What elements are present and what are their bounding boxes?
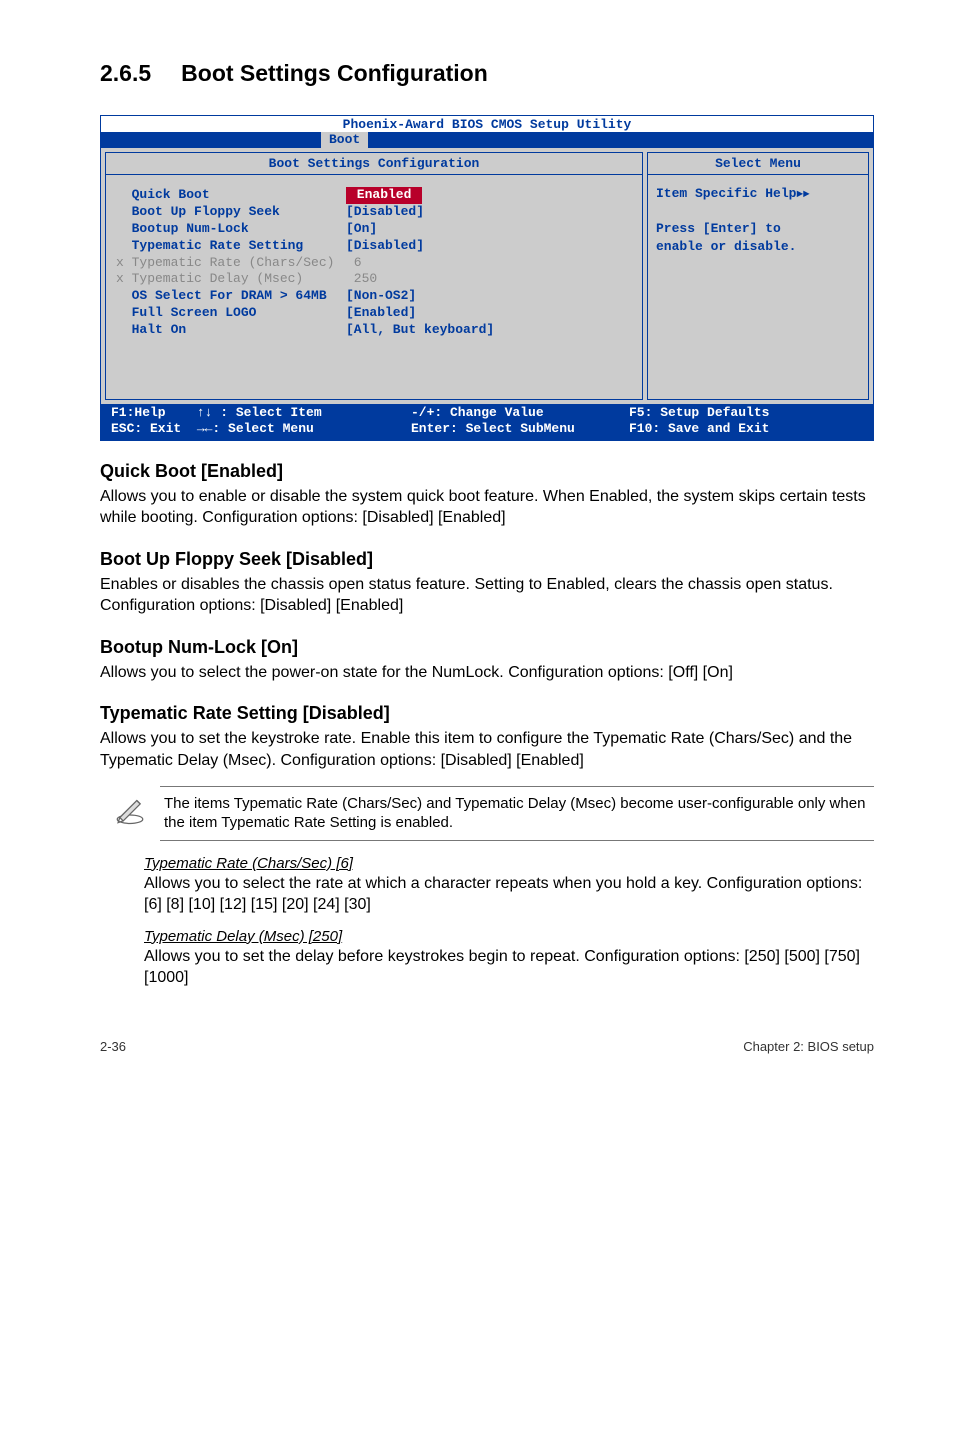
bios-setting-value: [Enabled] (346, 305, 632, 322)
bios-setting-row: x Typematic Rate (Chars/Sec) 6 (116, 255, 632, 272)
bios-footer-help: F1:Help ↑↓ : Select Item (111, 405, 322, 420)
bios-setting-label: x Typematic Delay (Msec) (116, 271, 346, 288)
bios-setting-value: [On] (346, 221, 632, 238)
bios-active-tab: Boot (321, 132, 368, 148)
bios-help-line2: Press [Enter] to (656, 221, 781, 236)
indent-typematic-rate: Typematic Rate (Chars/Sec) [6] Allows yo… (144, 855, 874, 916)
bios-setting-row: x Typematic Delay (Msec) 250 (116, 271, 632, 288)
heading-floppy-seek: Boot Up Floppy Seek [Disabled] (100, 549, 874, 570)
page-section-heading: 2.6.5 Boot Settings Configuration (100, 60, 874, 87)
bios-screenshot: Phoenix-Award BIOS CMOS Setup Utility Bo… (100, 115, 874, 441)
bios-setting-row: Full Screen LOGO[Enabled] (116, 305, 632, 322)
bios-setting-label: Full Screen LOGO (116, 305, 346, 322)
bios-setting-label: x Typematic Rate (Chars/Sec) (116, 255, 346, 272)
bios-setting-value: [Non-OS2] (346, 288, 632, 305)
bios-setting-row: Halt On[All, But keyboard] (116, 322, 632, 339)
bios-setting-label: Halt On (116, 322, 346, 339)
chapter-label: Chapter 2: BIOS setup (743, 1039, 874, 1054)
bios-setting-value: Enabled (346, 187, 632, 204)
bios-help-line1: Item Specific Help (656, 186, 796, 201)
bios-setting-label: Bootup Num-Lock (116, 221, 346, 238)
note-text: The items Typematic Rate (Chars/Sec) and… (160, 786, 874, 841)
text-numlock: Allows you to select the power-on state … (100, 662, 874, 684)
bios-setting-row: Quick Boot Enabled (116, 187, 632, 204)
pencil-icon (100, 786, 160, 831)
bios-setting-row: Typematic Rate Setting[Disabled] (116, 238, 632, 255)
bios-setting-label: Boot Up Floppy Seek (116, 204, 346, 221)
bios-footer-exit: ESC: Exit →←: Select Menu (111, 421, 314, 436)
text-typematic-rate-setting: Allows you to set the keystroke rate. En… (100, 728, 874, 771)
bios-right-header: Select Menu (648, 153, 868, 175)
heading-typematic-rate-setting: Typematic Rate Setting [Disabled] (100, 703, 874, 724)
bios-title-bar: Phoenix-Award BIOS CMOS Setup Utility (101, 116, 873, 132)
bios-setting-label: Typematic Rate Setting (116, 238, 346, 255)
bios-left-panel: Boot Settings Configuration Quick Boot E… (105, 152, 643, 400)
heading-numlock: Bootup Num-Lock [On] (100, 637, 874, 658)
bios-footer-bar: F1:Help ↑↓ : Select ItemESC: Exit →←: Se… (101, 404, 873, 440)
bios-footer-save: F10: Save and Exit (629, 421, 769, 436)
bios-setting-row: Boot Up Floppy Seek[Disabled] (116, 204, 632, 221)
heading-quick-boot: Quick Boot [Enabled] (100, 461, 874, 482)
text-typematic-delay: Allows you to set the delay before keyst… (144, 946, 874, 989)
bios-footer-defaults: F5: Setup Defaults (629, 405, 769, 420)
section-title: Boot Settings Configuration (181, 60, 488, 86)
indent-typematic-delay: Typematic Delay (Msec) [250] Allows you … (144, 928, 874, 989)
bios-help-pane: Item Specific Help►► Press [Enter] to en… (648, 175, 868, 255)
bios-right-panel: Select Menu Item Specific Help►► Press [… (647, 152, 869, 400)
bios-left-header: Boot Settings Configuration (106, 153, 642, 175)
arrow-right-icon: ►► (796, 189, 809, 201)
bios-setting-value: [Disabled] (346, 238, 632, 255)
bios-setting-row: Bootup Num-Lock[On] (116, 221, 632, 238)
text-typematic-rate-chars: Allows you to select the rate at which a… (144, 873, 874, 916)
bios-settings-list: Quick Boot Enabled Boot Up Floppy Seek[D… (106, 175, 642, 399)
bios-setting-label: OS Select For DRAM > 64MB (116, 288, 346, 305)
note-block: The items Typematic Rate (Chars/Sec) and… (100, 786, 874, 841)
bios-setting-row: OS Select For DRAM > 64MB[Non-OS2] (116, 288, 632, 305)
section-number: 2.6.5 (100, 60, 151, 86)
bios-help-line3: enable or disable. (656, 239, 796, 254)
bios-setting-value: [Disabled] (346, 204, 632, 221)
bios-footer-change: -/+: Change Value (411, 405, 544, 420)
bios-tab-bar: Boot (101, 132, 873, 148)
text-quick-boot: Allows you to enable or disable the syst… (100, 486, 874, 529)
page-number: 2-36 (100, 1039, 126, 1054)
bios-setting-label: Quick Boot (116, 187, 346, 204)
bios-setting-value: [All, But keyboard] (346, 322, 632, 339)
heading-typematic-delay: Typematic Delay (Msec) [250] (144, 928, 874, 945)
bios-footer-enter: Enter: Select SubMenu (411, 421, 575, 436)
bios-setting-value: 250 (346, 271, 632, 288)
text-floppy-seek: Enables or disables the chassis open sta… (100, 574, 874, 617)
page-footer: 2-36 Chapter 2: BIOS setup (100, 1039, 874, 1054)
bios-setting-value: 6 (346, 255, 632, 272)
heading-typematic-rate-chars: Typematic Rate (Chars/Sec) [6] (144, 855, 874, 872)
